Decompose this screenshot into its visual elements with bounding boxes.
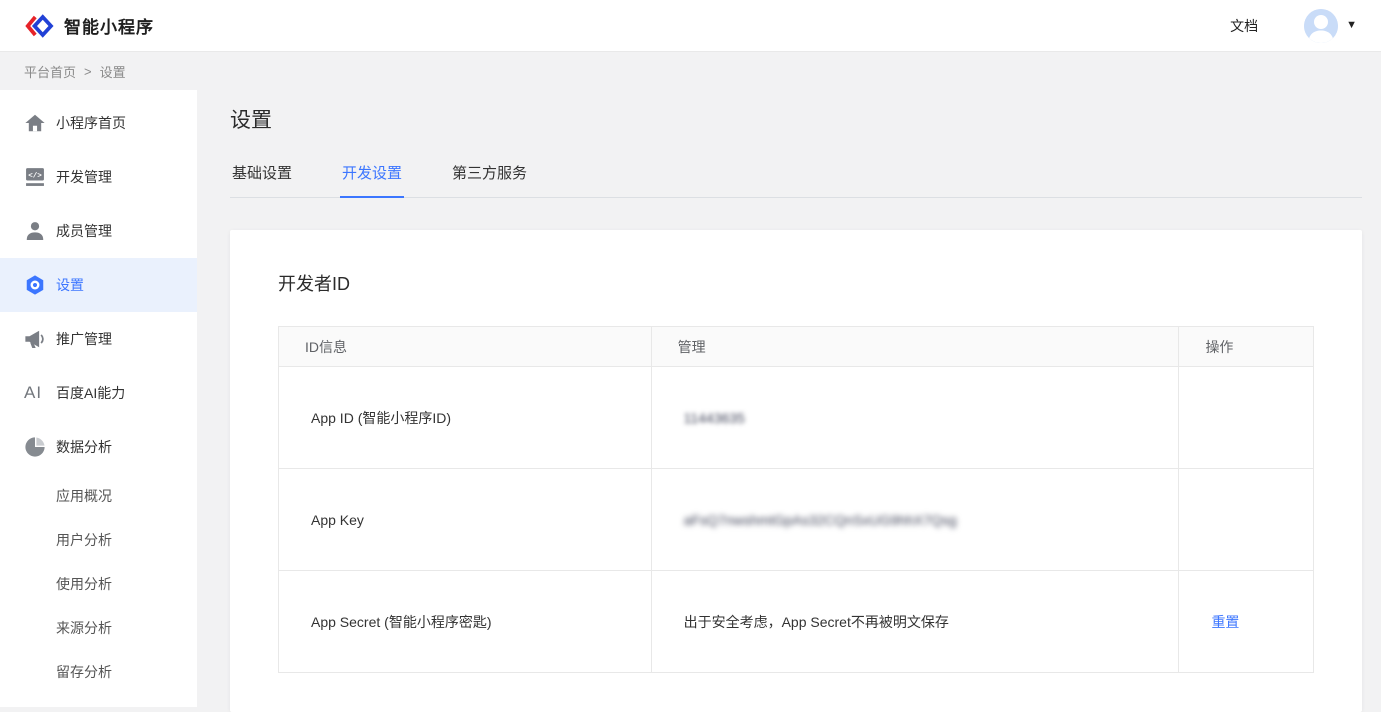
tab-third-party[interactable]: 第三方服务 [450,162,529,198]
app-secret-note: 出于安全考虑，App Secret不再被明文保存 [651,571,1179,673]
sidebar-subitem-app-overview[interactable]: 应用概况 [0,474,197,518]
row-label: App ID (智能小程序ID) [279,367,652,469]
member-icon [24,220,56,242]
sidebar-item-label: 推广管理 [56,329,112,349]
sidebar-subitem-usage-analysis[interactable]: 使用分析 [0,562,197,606]
reset-secret-link[interactable]: 重置 [1211,614,1239,630]
sidebar-subitem-retention-analysis[interactable]: 留存分析 [0,650,197,694]
brand-logo[interactable]: 智能小程序 [24,13,154,39]
sidebar-item-dev-manage[interactable]: </> 开发管理 [0,150,197,204]
row-label: App Key [279,469,652,571]
column-header-manage: 管理 [651,327,1179,367]
code-icon: </> [24,166,56,188]
sidebar-item-label: 小程序首页 [56,113,126,133]
tab-bar: 基础设置 开发设置 第三方服务 [230,162,1362,198]
pie-chart-icon [24,436,56,458]
row-label: App Secret (智能小程序密匙) [279,571,652,673]
ai-icon: AI [24,383,56,403]
breadcrumb-separator: > [84,64,92,79]
app-key-value-redacted: aFsQ7nwshmtGpAs32CQnSxUG9hhX7Qsg [684,512,957,528]
sidebar: 小程序首页 </> 开发管理 成员管理 设置 [0,90,197,707]
user-avatar-icon [1304,9,1338,43]
topbar-right: 文档 ▼ [1230,9,1357,43]
breadcrumb-home[interactable]: 平台首页 [24,62,76,81]
top-header: 智能小程序 文档 ▼ [0,0,1381,52]
table-row-app-key: App Key aFsQ7nwshmtGpAs32CQnSxUG9hhX7Qsg [279,469,1314,571]
table-row-app-secret: App Secret (智能小程序密匙) 出于安全考虑，App Secret不再… [279,571,1314,673]
sidebar-item-home[interactable]: 小程序首页 [0,96,197,150]
brand-title: 智能小程序 [64,13,154,38]
table-row-app-id: App ID (智能小程序ID) 11443635 [279,367,1314,469]
home-icon [24,112,56,134]
sidebar-item-settings[interactable]: 设置 [0,258,197,312]
developer-id-table: ID信息 管理 操作 App ID (智能小程序ID) 11443635 App [278,326,1314,673]
smart-miniprogram-logo-icon [24,13,54,39]
account-menu[interactable]: ▼ [1304,9,1357,43]
tab-basic-settings[interactable]: 基础设置 [230,162,294,198]
svg-text:</>: </> [28,172,42,180]
sidebar-item-label: 百度AI能力 [56,383,125,403]
sidebar-item-members[interactable]: 成员管理 [0,204,197,258]
table-header-row: ID信息 管理 操作 [279,327,1314,367]
sidebar-item-label: 开发管理 [56,167,112,187]
chevron-down-icon[interactable]: ▼ [1346,20,1357,31]
page-title: 设置 [230,104,1362,134]
app-id-value-redacted: 11443635 [684,410,745,426]
developer-id-card: 开发者ID ID信息 管理 操作 App ID (智能小程序ID) 114436… [230,230,1362,712]
docs-link[interactable]: 文档 [1230,16,1258,36]
main-content: 设置 基础设置 开发设置 第三方服务 开发者ID ID信息 管理 操作 [197,90,1381,707]
sidebar-subitem-user-analysis[interactable]: 用户分析 [0,518,197,562]
breadcrumb-current: 设置 [100,62,126,81]
sidebar-item-label: 数据分析 [56,437,112,457]
row-action-empty [1179,367,1314,469]
breadcrumb: 平台首页 > 设置 [0,52,1381,90]
sidebar-item-ai[interactable]: AI 百度AI能力 [0,366,197,420]
card-title: 开发者ID [278,270,1314,296]
tab-dev-settings[interactable]: 开发设置 [340,162,404,198]
megaphone-icon [24,328,56,350]
sidebar-item-label: 成员管理 [56,221,112,241]
avatar[interactable] [1304,9,1338,43]
sidebar-subitem-source-analysis[interactable]: 来源分析 [0,606,197,650]
row-action-empty [1179,469,1314,571]
sidebar-item-label: 设置 [56,275,84,295]
column-header-id-info: ID信息 [279,327,652,367]
sidebar-item-promotion[interactable]: 推广管理 [0,312,197,366]
sidebar-item-analytics[interactable]: 数据分析 [0,420,197,474]
column-header-action: 操作 [1179,327,1314,367]
page: 智能小程序 文档 ▼ 平台首页 > 设置 [0,0,1381,707]
settings-icon [24,274,56,296]
